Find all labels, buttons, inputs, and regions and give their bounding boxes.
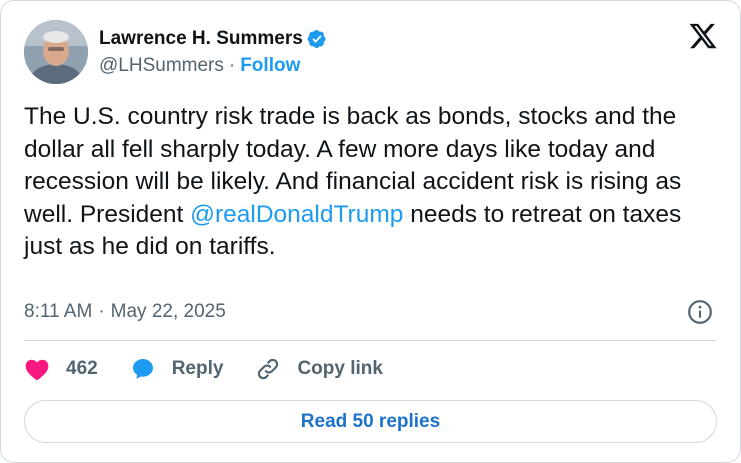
info-icon[interactable] [687,299,713,325]
read-replies-label: Read 50 replies [300,410,441,432]
reply-label: Reply [171,358,224,379]
handle-row: @LHSummers · Follow [99,55,300,77]
link-icon [258,358,279,380]
copy-link-label: Copy link [297,358,383,379]
like-count: 462 [66,358,98,379]
tweet-time: 8:11 AM [24,301,93,322]
timestamp-separator: · [98,301,105,322]
divider [24,340,717,341]
reply-button[interactable]: Reply [130,357,224,381]
display-name[interactable]: Lawrence H. Summers [99,28,303,50]
reply-bubble-icon [132,359,153,379]
like-button[interactable]: 462 [24,357,98,381]
copy-link-button[interactable]: Copy link [255,356,383,382]
mention-link[interactable]: @realDonaldTrump [190,201,403,228]
read-replies-button[interactable]: Read 50 replies [24,400,717,443]
handle-separator: · [228,55,236,76]
author-name-row: Lawrence H. Summers [99,28,327,50]
tweet-text: The U.S. country risk trade is back as b… [24,101,724,264]
follow-button[interactable]: Follow [240,55,300,77]
handle[interactable]: @LHSummers [99,55,224,77]
heart-icon [25,359,49,381]
x-logo-icon[interactable] [688,21,718,51]
timestamp[interactable]: 8:11 AM · May 22, 2025 [24,301,226,323]
action-bar: 462 Reply Copy link [24,356,415,382]
avatar[interactable] [24,20,88,84]
verified-badge-icon [307,29,327,49]
tweet-card: Lawrence H. Summers @LHSummers · Follow … [0,0,741,463]
tweet-date: May 22, 2025 [110,301,226,322]
